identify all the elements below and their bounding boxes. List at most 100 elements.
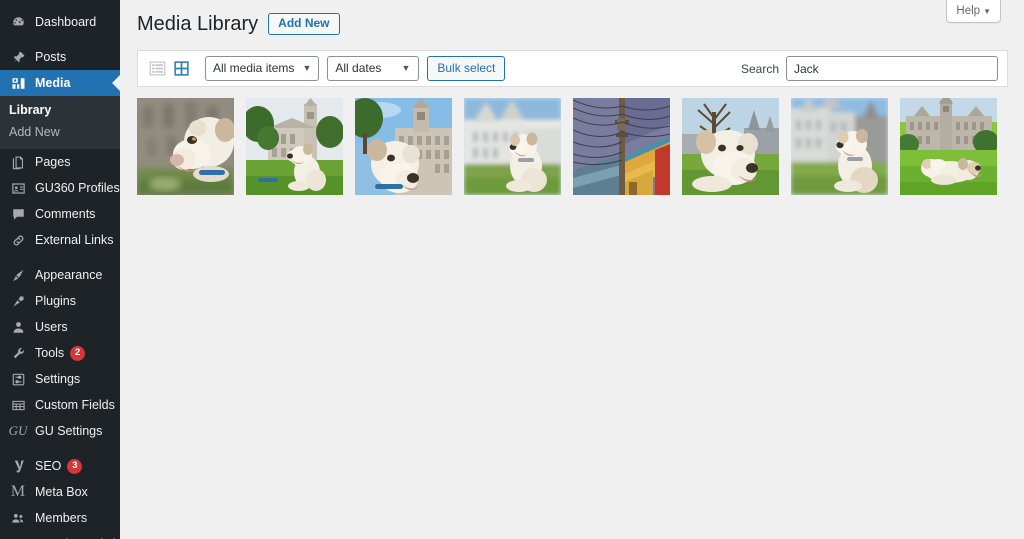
sidebar-item-label: Google Analytics <box>35 531 120 539</box>
help-tab-button[interactable]: Help ▼ <box>946 0 1001 23</box>
sidebar-item-tools[interactable]: Tools 2 <box>0 340 120 366</box>
sidebar-item-seo[interactable]: SEO 3 <box>0 453 120 479</box>
attachment-item[interactable] <box>682 98 779 195</box>
attachment-item[interactable] <box>900 98 997 195</box>
sidebar-item-posts[interactable]: Posts <box>0 44 120 70</box>
sidebar-item-label: Comments <box>35 207 96 221</box>
chevron-down-icon: ▼ <box>401 63 411 73</box>
sidebar-item-label: Meta Box <box>35 485 88 499</box>
search-group: Search <box>741 56 998 81</box>
attachment-thumbnail <box>573 98 670 195</box>
sidebar-item-plugins[interactable]: Plugins <box>0 288 120 314</box>
sidebar-item-label: External Links <box>35 233 114 247</box>
attachment-thumbnail <box>900 98 997 195</box>
dashboard-icon <box>9 13 27 31</box>
yoast-seo-icon <box>9 457 27 475</box>
attachment-item[interactable] <box>137 98 234 195</box>
analytics-icon <box>9 535 27 539</box>
tools-update-badge: 2 <box>70 345 86 361</box>
profiles-icon <box>9 179 27 197</box>
search-input[interactable] <box>786 56 998 81</box>
sidebar-item-label: Users <box>35 320 68 334</box>
media-submenu: Library Add New <box>0 96 120 149</box>
sidebar-item-members[interactable]: Members <box>0 505 120 531</box>
chevron-down-icon: ▼ <box>983 7 991 16</box>
sidebar-item-label: SEO <box>35 459 62 473</box>
attachment-thumbnail <box>682 98 779 195</box>
attachment-thumbnail <box>464 98 561 195</box>
wp-admin-screen: Dashboard Posts Media Library Add New Pa… <box>0 0 1024 539</box>
sidebar-item-label: GU Settings <box>35 424 103 438</box>
attachment-item[interactable] <box>573 98 670 195</box>
sidebar-item-users[interactable]: Users <box>0 314 120 340</box>
sidebar-item-label: Dashboard <box>35 15 97 29</box>
sidebar-item-dashboard[interactable]: Dashboard <box>0 9 120 35</box>
tools-icon <box>9 344 27 362</box>
meta-box-icon: M <box>10 483 26 500</box>
attachment-item[interactable] <box>791 98 888 195</box>
sidebar-item-google-analytics[interactable]: Google Analytics <box>0 531 120 539</box>
add-new-button[interactable]: Add New <box>268 13 340 35</box>
sidebar-item-label: Media <box>35 76 71 90</box>
sidebar-item-gu-settings[interactable]: GU GU Settings <box>0 418 120 444</box>
attachment-thumbnail <box>355 98 452 195</box>
menu-separator <box>0 253 120 262</box>
gu-settings-icon: GU <box>8 423 28 438</box>
sidebar-item-label: Plugins <box>35 294 76 308</box>
plugins-icon <box>9 292 27 310</box>
sidebar-item-comments[interactable]: Comments <box>0 201 120 227</box>
help-label: Help <box>956 5 981 17</box>
sidebar-item-pages[interactable]: Pages <box>0 149 120 175</box>
search-label: Search <box>740 61 779 76</box>
seo-notification-badge: 3 <box>67 458 83 474</box>
attachment-item[interactable] <box>464 98 561 195</box>
attachment-thumbnail <box>137 98 234 195</box>
users-icon <box>9 318 27 336</box>
grid-view-icon[interactable] <box>171 59 191 79</box>
submenu-item-add-new[interactable]: Add New <box>0 121 120 143</box>
media-icon <box>9 74 27 92</box>
sidebar-item-label: GU360 Profiles <box>35 181 120 195</box>
appearance-icon <box>9 266 27 284</box>
date-filter-select[interactable]: All dates ▼ <box>327 56 420 81</box>
sidebar-item-appearance[interactable]: Appearance <box>0 262 120 288</box>
admin-sidebar-menu: Dashboard Posts Media Library Add New Pa… <box>0 0 120 539</box>
sidebar-item-label: Tools <box>35 346 65 360</box>
chevron-down-icon: ▼ <box>302 63 312 73</box>
sidebar-item-label: Settings <box>35 372 81 386</box>
menu-separator <box>0 35 120 44</box>
sidebar-item-label: Pages <box>35 155 71 169</box>
admin-content-area: Help ▼ Media Library Add New All media it… <box>120 0 1024 539</box>
custom-fields-icon <box>9 396 27 414</box>
view-switch <box>147 59 195 79</box>
media-toolbar: All media items ▼ All dates ▼ Bulk selec… <box>137 50 1008 87</box>
attachment-thumbnail <box>246 98 343 195</box>
sidebar-item-custom-fields[interactable]: Custom Fields <box>0 392 120 418</box>
sidebar-item-label: Members <box>35 511 88 525</box>
sidebar-item-meta-box[interactable]: M Meta Box <box>0 479 120 505</box>
menu-top-spacer <box>0 0 120 9</box>
sidebar-item-settings[interactable]: Settings <box>0 366 120 392</box>
sidebar-item-external-links[interactable]: External Links <box>0 227 120 253</box>
bulk-select-button[interactable]: Bulk select <box>427 56 506 81</box>
submenu-item-library[interactable]: Library <box>0 99 120 121</box>
list-view-icon[interactable] <box>147 59 167 79</box>
sidebar-item-media[interactable]: Media <box>0 70 120 96</box>
pin-icon <box>9 48 27 66</box>
pages-icon <box>9 153 27 171</box>
attachment-item[interactable] <box>355 98 452 195</box>
sidebar-item-label: Appearance <box>35 268 103 282</box>
date-filter-value: All dates <box>335 61 382 75</box>
page-title: Media Library <box>137 13 259 35</box>
attachment-thumbnail <box>791 98 888 195</box>
menu-separator <box>0 444 120 453</box>
comments-icon <box>9 205 27 223</box>
sidebar-item-label: Custom Fields <box>35 398 115 412</box>
sidebar-item-gu360-profiles[interactable]: GU360 Profiles <box>0 175 120 201</box>
settings-icon <box>9 370 27 388</box>
attachment-item[interactable] <box>246 98 343 195</box>
link-icon <box>9 231 27 249</box>
media-type-filter-select[interactable]: All media items ▼ <box>205 56 320 81</box>
media-type-filter-value: All media items <box>213 61 295 75</box>
sidebar-item-label: Posts <box>35 50 67 64</box>
